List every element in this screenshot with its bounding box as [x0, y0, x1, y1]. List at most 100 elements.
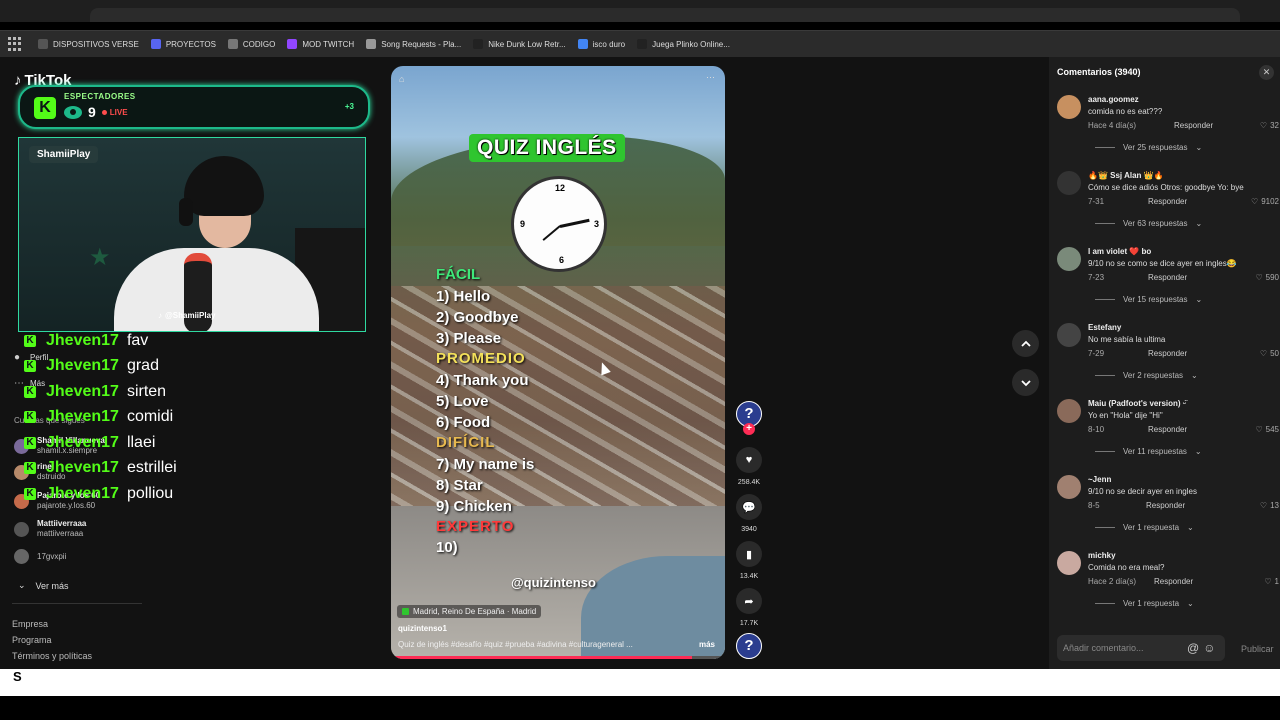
description-more-button[interactable]: más: [699, 640, 715, 649]
video-progress-bar[interactable]: [391, 656, 725, 659]
chat-message: K Jheven17 estrillei: [24, 456, 204, 482]
account-name: Mattiiverraaa: [37, 519, 87, 528]
reply-button[interactable]: Responder: [1148, 273, 1187, 282]
comment-input-box: @ ☺: [1057, 635, 1225, 661]
active-tab[interactable]: [90, 8, 1240, 22]
comment-like-button[interactable]: ♡ 1: [1264, 577, 1279, 586]
bookmark-item[interactable]: Song Requests - Pla...: [366, 39, 461, 49]
chevron-down-icon: [1020, 379, 1031, 386]
chat-message: K Jheven17 comidi: [24, 405, 204, 431]
bookmark-label: CODIGO: [242, 39, 276, 49]
commenter-avatar[interactable]: [1057, 475, 1081, 499]
comment-like-button[interactable]: ♡ 9102: [1251, 197, 1279, 206]
comment-text: 9/10 no se como se dice ayer en ingles😂: [1088, 259, 1237, 268]
view-replies-button[interactable]: Ver 25 respuestas ⌄: [1095, 143, 1202, 152]
like-button[interactable]: ♥: [736, 447, 762, 473]
bookmark-item[interactable]: isco duro: [577, 39, 625, 49]
account-names: 17gvxpii: [37, 552, 66, 562]
reply-button[interactable]: Responder: [1174, 121, 1213, 130]
commenter-avatar[interactable]: [1057, 171, 1081, 195]
location-tag[interactable]: Madrid, Reino De España · Madrid: [397, 605, 542, 618]
comment-input[interactable]: [1063, 643, 1183, 653]
tiktok-note-icon: ♪: [158, 311, 162, 320]
close-comments-button[interactable]: ✕: [1259, 65, 1274, 80]
view-replies-button[interactable]: Ver 2 respuestas ⌄: [1095, 371, 1198, 380]
mention-icon[interactable]: @: [1187, 641, 1199, 655]
chat-username: Jheven17: [46, 408, 119, 426]
emoji-icon[interactable]: ☺: [1203, 641, 1215, 655]
chat-message: K Jheven17 sirten: [24, 379, 204, 405]
share-button[interactable]: ➦: [736, 588, 762, 614]
follow-plus-icon[interactable]: +: [743, 423, 755, 435]
commenter-name[interactable]: Estefany: [1088, 323, 1121, 332]
footer-link-programa[interactable]: Programa: [12, 635, 52, 645]
followed-account[interactable]: 17gvxpii: [14, 549, 66, 564]
view-replies-button[interactable]: Ver 63 respuestas ⌄: [1095, 219, 1202, 228]
s-app-icon[interactable]: S: [13, 669, 22, 684]
commenter-avatar[interactable]: [1057, 95, 1081, 119]
commenter-name[interactable]: michky: [1088, 551, 1116, 560]
commenter-name[interactable]: Maiu (Padfoot's version) ᵕ̈: [1088, 399, 1186, 408]
comment-like-button[interactable]: ♡ 545: [1255, 425, 1279, 434]
commenter-avatar[interactable]: [1057, 399, 1081, 423]
bookmark-item[interactable]: MOD TWITCH: [287, 39, 354, 49]
reply-button[interactable]: Responder: [1148, 425, 1187, 434]
music-disc-avatar[interactable]: ?: [736, 633, 762, 659]
save-button[interactable]: ▮: [736, 541, 762, 567]
commenter-name[interactable]: ~Jenn: [1088, 475, 1111, 484]
bookmark-item[interactable]: DISPOSITIVOS VERSE: [38, 39, 139, 49]
see-more-button[interactable]: ⌄ Ver más: [18, 580, 69, 591]
bookmark-item[interactable]: CODIGO: [227, 39, 276, 49]
comment-like-button[interactable]: ♡ 590: [1255, 273, 1279, 282]
comment-button[interactable]: 💬: [736, 494, 762, 520]
heart-outline-icon: ♡: [1259, 349, 1268, 358]
commenter-name[interactable]: I am violet ❤️ bo: [1088, 247, 1151, 256]
chevron-down-icon: ⌄: [18, 580, 26, 590]
reply-button[interactable]: Responder: [1148, 197, 1187, 206]
video-menu-icon[interactable]: ⌂: [399, 74, 404, 84]
comment-like-button[interactable]: ♡ 13: [1260, 501, 1279, 510]
footer-link-empresa[interactable]: Empresa: [12, 619, 48, 629]
avatar: [14, 549, 29, 564]
next-video-button[interactable]: [1012, 369, 1039, 396]
commenter-avatar[interactable]: [1057, 551, 1081, 575]
bookmark-item[interactable]: PROYECTOS: [150, 39, 216, 49]
comment-like-button[interactable]: ♡ 50: [1260, 349, 1279, 358]
folder-icon: [38, 39, 48, 49]
bookmark-item[interactable]: Juega Plinko Online...: [637, 39, 730, 49]
commenter-avatar[interactable]: [1057, 247, 1081, 271]
level-experto: EXPERTO: [436, 518, 515, 535]
divider: [12, 603, 142, 604]
apps-grid-icon[interactable]: [8, 37, 22, 51]
heart-outline-icon: ♡: [1255, 425, 1263, 434]
previous-video-button[interactable]: [1012, 330, 1039, 357]
comment-like-count: 13: [1270, 501, 1279, 510]
view-replies-button[interactable]: Ver 1 respuesta ⌄: [1095, 523, 1194, 532]
reply-button[interactable]: Responder: [1146, 501, 1185, 510]
video-player[interactable]: ⌂ ⋯ QUIZ INGLÉS 12 3 6 9 FÁCIL 1) Hello …: [391, 66, 725, 659]
comment-like-button[interactable]: ♡ 32: [1260, 121, 1279, 130]
commenter-name[interactable]: aana.goomez: [1088, 95, 1139, 104]
chevron-down-icon: ⌄: [1195, 143, 1203, 152]
divider: [1095, 375, 1115, 376]
reply-button[interactable]: Responder: [1154, 577, 1193, 586]
commenter-avatar[interactable]: [1057, 323, 1081, 347]
commenter-name[interactable]: 🔥👑 Ssj Alan 👑🔥: [1088, 171, 1164, 180]
video-author[interactable]: quizintenso1: [398, 624, 447, 633]
chat-text: comidi: [126, 408, 174, 426]
chat-text: sirten: [126, 382, 167, 400]
share-count: 17.7K: [739, 620, 759, 627]
bookmark-item[interactable]: Nike Dunk Low Retr...: [473, 39, 566, 49]
view-replies-button[interactable]: Ver 15 respuestas ⌄: [1095, 295, 1202, 304]
view-replies-button[interactable]: Ver 1 respuesta ⌄: [1095, 599, 1194, 608]
view-replies-label: Ver 1 respuesta: [1123, 599, 1180, 608]
bookmark-label: PROYECTOS: [165, 39, 216, 49]
reply-button[interactable]: Responder: [1148, 349, 1187, 358]
kick-badge-icon: K: [24, 411, 36, 424]
view-replies-button[interactable]: Ver 11 respuestas ⌄: [1095, 447, 1202, 456]
comment-date: 7-29: [1088, 349, 1105, 358]
footer-link-terminos[interactable]: Términos y políticas: [12, 651, 92, 661]
publish-button[interactable]: Publicar: [1241, 644, 1274, 654]
video-options-icon[interactable]: ⋯: [706, 72, 715, 83]
followed-account[interactable]: Mattiiverraaa mattiiverraaa: [14, 519, 86, 539]
